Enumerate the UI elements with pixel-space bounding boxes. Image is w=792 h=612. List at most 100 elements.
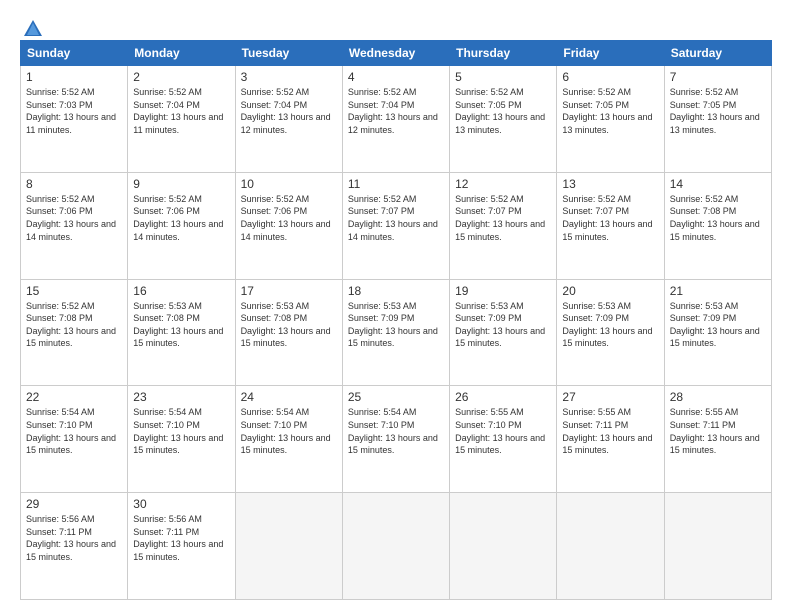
- day-header-wednesday: Wednesday: [342, 41, 449, 66]
- calendar-cell: 5 Sunrise: 5:52 AMSunset: 7:05 PMDaylight…: [450, 66, 557, 173]
- day-header-monday: Monday: [128, 41, 235, 66]
- day-info: Sunrise: 5:53 AMSunset: 7:09 PMDaylight:…: [562, 300, 658, 350]
- calendar-cell: 14 Sunrise: 5:52 AMSunset: 7:08 PMDayligh…: [664, 172, 771, 279]
- week-row-3: 15 Sunrise: 5:52 AMSunset: 7:08 PMDayligh…: [21, 279, 772, 386]
- calendar-cell: 18Sunrise: 5:53 AMSunset: 7:09 PMDayligh…: [342, 279, 449, 386]
- day-number: 15: [26, 284, 122, 298]
- day-number: 27: [562, 390, 658, 404]
- day-info: Sunrise: 5:52 AMSunset: 7:05 PMDaylight:…: [670, 86, 766, 136]
- calendar-cell: 6 Sunrise: 5:52 AMSunset: 7:05 PMDaylight…: [557, 66, 664, 173]
- calendar-cell: 26 Sunrise: 5:55 AMSunset: 7:10 PMDayligh…: [450, 386, 557, 493]
- day-number: 12: [455, 177, 551, 191]
- day-info: Sunrise: 5:55 AMSunset: 7:10 PMDaylight:…: [455, 406, 551, 456]
- calendar-cell: 13Sunrise: 5:52 AMSunset: 7:07 PMDayligh…: [557, 172, 664, 279]
- calendar-cell: 4 Sunrise: 5:52 AMSunset: 7:04 PMDaylight…: [342, 66, 449, 173]
- calendar-cell: 1 Sunrise: 5:52 AMSunset: 7:03 PMDaylight…: [21, 66, 128, 173]
- calendar-cell: 2 Sunrise: 5:52 AMSunset: 7:04 PMDaylight…: [128, 66, 235, 173]
- calendar-cell: 21Sunrise: 5:53 AMSunset: 7:09 PMDayligh…: [664, 279, 771, 386]
- logo: [20, 18, 44, 36]
- day-number: 20: [562, 284, 658, 298]
- day-info: Sunrise: 5:53 AMSunset: 7:09 PMDaylight:…: [455, 300, 551, 350]
- day-info: Sunrise: 5:52 AMSunset: 7:05 PMDaylight:…: [562, 86, 658, 136]
- day-info: Sunrise: 5:55 AMSunset: 7:11 PMDaylight:…: [670, 406, 766, 456]
- day-number: 5: [455, 70, 551, 84]
- calendar-cell: 28 Sunrise: 5:55 AMSunset: 7:11 PMDayligh…: [664, 386, 771, 493]
- day-info: Sunrise: 5:54 AMSunset: 7:10 PMDaylight:…: [26, 406, 122, 456]
- calendar-cell: 25 Sunrise: 5:54 AMSunset: 7:10 PMDayligh…: [342, 386, 449, 493]
- day-info: Sunrise: 5:54 AMSunset: 7:10 PMDaylight:…: [133, 406, 229, 456]
- calendar-cell: [664, 493, 771, 600]
- day-info: Sunrise: 5:52 AMSunset: 7:07 PMDaylight:…: [455, 193, 551, 243]
- day-number: 3: [241, 70, 337, 84]
- day-header-thursday: Thursday: [450, 41, 557, 66]
- day-info: Sunrise: 5:52 AMSunset: 7:06 PMDaylight:…: [26, 193, 122, 243]
- calendar-cell: 16Sunrise: 5:53 AMSunset: 7:08 PMDayligh…: [128, 279, 235, 386]
- day-header-sunday: Sunday: [21, 41, 128, 66]
- day-info: Sunrise: 5:55 AMSunset: 7:11 PMDaylight:…: [562, 406, 658, 456]
- calendar-cell: 11Sunrise: 5:52 AMSunset: 7:07 PMDayligh…: [342, 172, 449, 279]
- day-info: Sunrise: 5:52 AMSunset: 7:06 PMDaylight:…: [133, 193, 229, 243]
- day-number: 28: [670, 390, 766, 404]
- day-info: Sunrise: 5:54 AMSunset: 7:10 PMDaylight:…: [348, 406, 444, 456]
- calendar-cell: 17Sunrise: 5:53 AMSunset: 7:08 PMDayligh…: [235, 279, 342, 386]
- day-number: 4: [348, 70, 444, 84]
- logo-icon: [22, 18, 44, 40]
- day-info: Sunrise: 5:56 AMSunset: 7:11 PMDaylight:…: [26, 513, 122, 563]
- calendar-cell: 30 Sunrise: 5:56 AMSunset: 7:11 PMDayligh…: [128, 493, 235, 600]
- day-number: 22: [26, 390, 122, 404]
- calendar-cell: 15 Sunrise: 5:52 AMSunset: 7:08 PMDayligh…: [21, 279, 128, 386]
- day-number: 6: [562, 70, 658, 84]
- calendar-cell: 29 Sunrise: 5:56 AMSunset: 7:11 PMDayligh…: [21, 493, 128, 600]
- day-number: 23: [133, 390, 229, 404]
- day-info: Sunrise: 5:54 AMSunset: 7:10 PMDaylight:…: [241, 406, 337, 456]
- calendar-cell: 23 Sunrise: 5:54 AMSunset: 7:10 PMDayligh…: [128, 386, 235, 493]
- calendar-cell: [235, 493, 342, 600]
- calendar-cell: [557, 493, 664, 600]
- calendar-cell: 7 Sunrise: 5:52 AMSunset: 7:05 PMDaylight…: [664, 66, 771, 173]
- day-number: 9: [133, 177, 229, 191]
- calendar-table: SundayMondayTuesdayWednesdayThursdayFrid…: [20, 40, 772, 600]
- day-number: 10: [241, 177, 337, 191]
- day-number: 11: [348, 177, 444, 191]
- day-number: 14: [670, 177, 766, 191]
- day-header-friday: Friday: [557, 41, 664, 66]
- day-number: 19: [455, 284, 551, 298]
- day-number: 26: [455, 390, 551, 404]
- calendar-cell: [450, 493, 557, 600]
- day-number: 24: [241, 390, 337, 404]
- day-info: Sunrise: 5:53 AMSunset: 7:08 PMDaylight:…: [133, 300, 229, 350]
- day-info: Sunrise: 5:53 AMSunset: 7:09 PMDaylight:…: [348, 300, 444, 350]
- day-info: Sunrise: 5:52 AMSunset: 7:04 PMDaylight:…: [241, 86, 337, 136]
- calendar-cell: 12 Sunrise: 5:52 AMSunset: 7:07 PMDayligh…: [450, 172, 557, 279]
- day-info: Sunrise: 5:52 AMSunset: 7:08 PMDaylight:…: [26, 300, 122, 350]
- day-number: 25: [348, 390, 444, 404]
- day-number: 1: [26, 70, 122, 84]
- day-info: Sunrise: 5:52 AMSunset: 7:04 PMDaylight:…: [133, 86, 229, 136]
- day-header-tuesday: Tuesday: [235, 41, 342, 66]
- calendar-cell: 3 Sunrise: 5:52 AMSunset: 7:04 PMDaylight…: [235, 66, 342, 173]
- day-number: 7: [670, 70, 766, 84]
- calendar-cell: 24 Sunrise: 5:54 AMSunset: 7:10 PMDayligh…: [235, 386, 342, 493]
- calendar-cell: 22 Sunrise: 5:54 AMSunset: 7:10 PMDayligh…: [21, 386, 128, 493]
- week-row-5: 29 Sunrise: 5:56 AMSunset: 7:11 PMDayligh…: [21, 493, 772, 600]
- week-row-1: 1 Sunrise: 5:52 AMSunset: 7:03 PMDaylight…: [21, 66, 772, 173]
- calendar-cell: 8Sunrise: 5:52 AMSunset: 7:06 PMDaylight…: [21, 172, 128, 279]
- day-info: Sunrise: 5:56 AMSunset: 7:11 PMDaylight:…: [133, 513, 229, 563]
- day-header-saturday: Saturday: [664, 41, 771, 66]
- calendar-cell: 19 Sunrise: 5:53 AMSunset: 7:09 PMDayligh…: [450, 279, 557, 386]
- calendar-cell: 20 Sunrise: 5:53 AMSunset: 7:09 PMDayligh…: [557, 279, 664, 386]
- day-info: Sunrise: 5:52 AMSunset: 7:04 PMDaylight:…: [348, 86, 444, 136]
- day-info: Sunrise: 5:52 AMSunset: 7:08 PMDaylight:…: [670, 193, 766, 243]
- calendar-cell: 9 Sunrise: 5:52 AMSunset: 7:06 PMDaylight…: [128, 172, 235, 279]
- day-number: 29: [26, 497, 122, 511]
- day-number: 2: [133, 70, 229, 84]
- day-info: Sunrise: 5:52 AMSunset: 7:03 PMDaylight:…: [26, 86, 122, 136]
- day-info: Sunrise: 5:52 AMSunset: 7:07 PMDaylight:…: [562, 193, 658, 243]
- day-info: Sunrise: 5:52 AMSunset: 7:05 PMDaylight:…: [455, 86, 551, 136]
- day-number: 21: [670, 284, 766, 298]
- day-info: Sunrise: 5:52 AMSunset: 7:06 PMDaylight:…: [241, 193, 337, 243]
- day-number: 30: [133, 497, 229, 511]
- calendar-cell: [342, 493, 449, 600]
- header: [20, 18, 772, 36]
- calendar-cell: 10 Sunrise: 5:52 AMSunset: 7:06 PMDayligh…: [235, 172, 342, 279]
